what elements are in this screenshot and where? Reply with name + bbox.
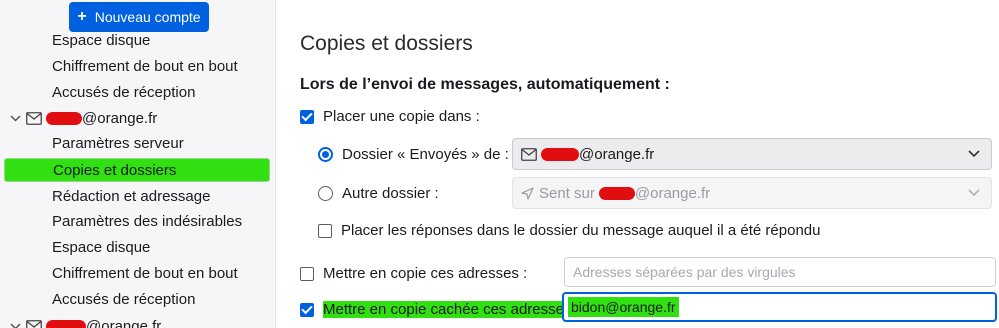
sidebar-item-junk-settings[interactable]: Paramètres des indésirables [52,210,242,234]
sidebar-item-return-receipts[interactable]: Accusés de réception [52,81,195,105]
other-folder-select[interactable]: Sent sur @orange.fr [512,177,992,209]
mail-account-icon [521,147,537,161]
sidebar-item-disk-space[interactable]: Espace disque [52,29,150,53]
chevron-down-icon [967,185,981,203]
other-folder-row[interactable]: Autre dossier : [318,185,439,202]
plus-icon: + [77,8,87,25]
sent-folder-radio[interactable] [318,147,333,162]
chevron-down-icon[interactable] [8,114,22,122]
other-folder-select-prefix: Sent sur [539,184,595,202]
section-heading: Lors de l’envoi de messages, automatique… [300,76,670,93]
sent-folder-select-value: @orange.fr [579,145,655,163]
sidebar-item-server-settings[interactable]: Paramètres serveur [52,132,184,156]
bcc-addresses-input[interactable]: bidon@orange.fr [562,292,997,322]
sidebar-account-next[interactable]: @orange.fr [8,314,161,328]
sidebar-item-e2e-encryption[interactable]: Chiffrement de bout en bout [52,55,238,79]
new-account-button[interactable]: + Nouveau compte [69,2,209,32]
sidebar-item-e2e-encryption-2[interactable]: Chiffrement de bout en bout [52,262,238,286]
page-title: Copies et dossiers [300,32,473,55]
cc-placeholder: Adresses séparées par des virgules [573,264,796,280]
place-copy-label[interactable]: Placer une copie dans : [323,108,480,125]
redacted-username [598,186,635,200]
account-settings-sidebar: + Nouveau compte Espace disque Chiffreme… [0,0,276,328]
cc-row[interactable]: Mettre en copie ces adresses : [300,265,527,282]
sidebar-item-copies-folders[interactable]: Copies et dossiers [4,158,270,182]
sidebar-item-return-receipts-2[interactable]: Accusés de réception [52,288,195,312]
replies-in-folder-label[interactable]: Placer les réponses dans le dossier du m… [341,222,820,239]
bcc-value: bidon@orange.fr [568,297,679,317]
other-folder-label[interactable]: Autre dossier : [342,185,439,202]
sent-folder-select[interactable]: @orange.fr [512,138,992,170]
account-email-suffix: @orange.fr [86,317,162,328]
sidebar-item-composition-addressing[interactable]: Rédaction et adressage [52,185,210,209]
place-copy-checkbox[interactable] [300,109,314,124]
sidebar-account-orange[interactable]: @orange.fr [8,106,157,130]
mail-account-icon [26,319,42,328]
account-email-suffix: @orange.fr [82,109,158,127]
bcc-label[interactable]: Mettre en copie cachée ces adresses : [323,301,580,318]
chevron-down-icon[interactable] [8,322,22,328]
redacted-username [46,111,82,125]
redacted-username [46,319,86,328]
copies-folders-panel: Copies et dossiers Lors de l’envoi de me… [276,0,999,328]
bcc-row[interactable]: Mettre en copie cachée ces adresses : [300,301,580,318]
place-copy-row[interactable]: Placer une copie dans : [300,108,480,125]
cc-checkbox[interactable] [300,266,314,281]
mail-account-icon [26,111,42,125]
cc-label[interactable]: Mettre en copie ces adresses : [323,265,527,282]
replies-in-folder-row[interactable]: Placer les réponses dans le dossier du m… [318,222,820,239]
other-folder-radio[interactable] [318,186,333,201]
sent-folder-row[interactable]: Dossier « Envoyés » de : [318,146,509,163]
send-icon [521,186,534,200]
redacted-username [541,147,579,161]
bcc-checkbox[interactable] [300,302,314,317]
replies-in-folder-checkbox[interactable] [318,223,332,238]
chevron-down-icon [967,146,981,164]
sidebar-item-disk-space-2[interactable]: Espace disque [52,236,150,260]
sent-folder-label[interactable]: Dossier « Envoyés » de : [342,146,509,163]
cc-addresses-input[interactable]: Adresses séparées par des virgules [564,257,996,287]
other-folder-select-suffix: @orange.fr [634,184,711,202]
new-account-label: Nouveau compte [94,9,201,25]
